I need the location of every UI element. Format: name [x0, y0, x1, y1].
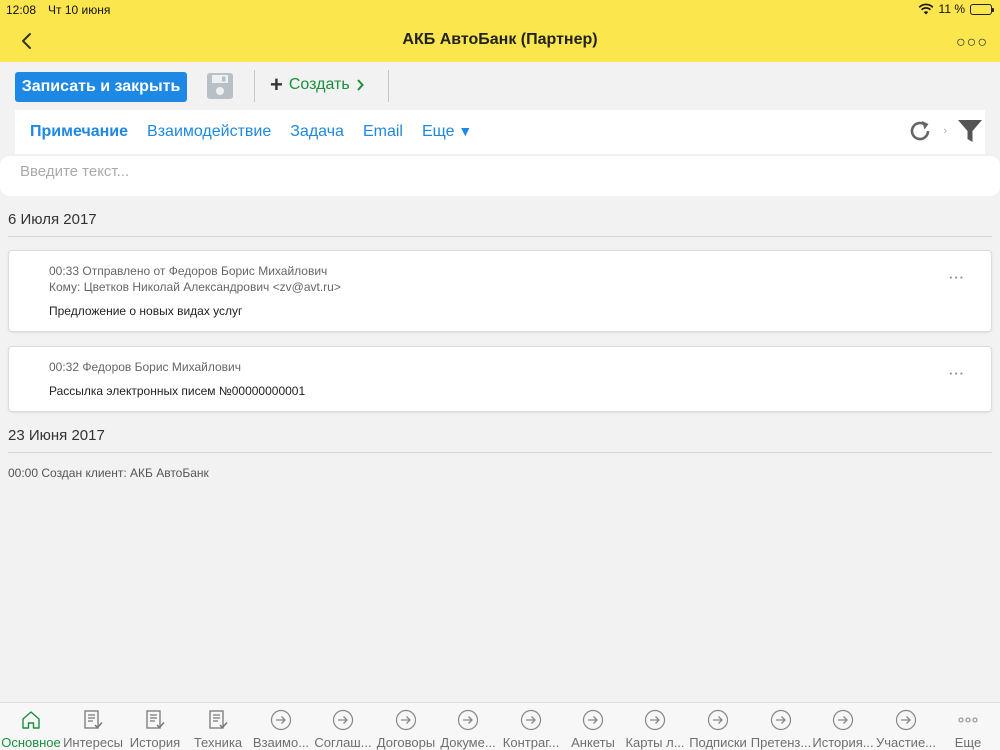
toolbar-separator — [254, 70, 255, 102]
tab-email[interactable]: Email — [363, 123, 403, 141]
bottom-tab-more[interactable]: Еще — [937, 703, 999, 750]
bottom-tab-cards[interactable]: Карты л... — [624, 703, 686, 750]
battery-icon — [970, 3, 994, 15]
bottom-tab-label: Претенз... — [750, 735, 812, 750]
tab-task[interactable]: Задача — [290, 123, 344, 141]
search-bar — [0, 156, 1000, 196]
date-header: 6 Июля 2017 — [8, 211, 97, 228]
ellipsis-icon — [958, 717, 978, 723]
status-bar: 12:08 Чт 10 июня 11 % — [0, 0, 1000, 20]
arrow-circle-icon — [520, 709, 542, 731]
refresh-icon[interactable] — [907, 118, 933, 144]
bottom-tab-label: Интересы — [63, 735, 123, 750]
arrow-circle-icon — [832, 709, 854, 731]
bottom-tab-label: Основное — [1, 735, 61, 750]
arrow-circle-icon — [644, 709, 666, 731]
bottom-tab-label: Карты л... — [625, 735, 685, 750]
bottom-tab-label: Участие... — [875, 735, 937, 750]
bottom-tab-main[interactable]: Основное — [0, 703, 62, 750]
bottom-tab-documents[interactable]: Докуме... — [437, 703, 499, 750]
arrow-circle-icon — [332, 709, 354, 731]
email-recipient-line: Кому: Цветков Николай Александрович <zv@… — [49, 280, 341, 294]
mailing-card[interactable]: 00:32 Федоров Борис Михайлович Рассылка … — [8, 346, 992, 412]
bottom-tab-subscriptions[interactable]: Подписки — [687, 703, 749, 750]
small-chevron-icon: › — [943, 125, 947, 137]
create-button[interactable]: + Создать — [270, 72, 364, 97]
email-sender-line: 00:33 Отправлено от Федоров Борис Михайл… — [49, 264, 328, 278]
bottom-tab-label: Соглаш... — [314, 735, 372, 750]
checklist-icon — [209, 710, 228, 729]
arrow-circle-icon — [270, 709, 292, 731]
arrow-circle-icon — [895, 709, 917, 731]
arrow-circle-icon — [770, 709, 792, 731]
date-divider — [8, 236, 992, 237]
arrow-circle-icon — [582, 709, 604, 731]
plus-icon: + — [270, 72, 283, 97]
status-time: 12:08 — [6, 3, 37, 17]
client-created-event: 00:00 Создан клиент: АКБ АвтоБанк — [8, 466, 209, 480]
bottom-tab-interests[interactable]: Интересы — [62, 703, 124, 750]
bottom-tab-history-2[interactable]: История... — [812, 703, 874, 750]
battery-percent: 11 % — [938, 2, 965, 16]
bottom-tab-contracts[interactable]: Договоры — [375, 703, 437, 750]
tab-note[interactable]: Примечание — [30, 123, 128, 141]
bottom-tab-counterparties[interactable]: Контраг... — [500, 703, 562, 750]
bottom-tab-label: Договоры — [376, 735, 436, 750]
date-header: 23 Июня 2017 — [8, 427, 105, 444]
tab-more[interactable]: Еще — [422, 123, 472, 141]
top-bar: 12:08 Чт 10 июня 11 % АКБ АвтоБанк (Парт… — [0, 0, 1000, 62]
bottom-tab-history[interactable]: История — [124, 703, 186, 750]
floppy-disk-icon[interactable] — [206, 72, 234, 100]
bottom-tab-interactions[interactable]: Взаимо... — [250, 703, 312, 750]
email-subject: Предложение о новых видах услуг — [49, 304, 243, 318]
bottom-tab-label: Докуме... — [440, 735, 496, 750]
toolbar-separator — [388, 70, 389, 102]
bottom-tab-label: Подписки — [689, 735, 747, 750]
bottom-tab-participation[interactable]: Участие... — [875, 703, 937, 750]
bottom-tab-label: Взаимо... — [252, 735, 310, 750]
tab-bar: Примечание Взаимодействие Задача Email Е… — [15, 110, 985, 154]
create-label: Создать — [288, 76, 350, 93]
bottom-tab-label: Анкеты — [571, 735, 615, 750]
bottom-tab-label: Еще — [954, 735, 982, 750]
status-date: Чт 10 июня — [48, 3, 111, 17]
status-right: 11 % — [918, 2, 994, 16]
item-menu-icon[interactable]: ··· — [949, 270, 965, 285]
bottom-tab-surveys[interactable]: Анкеты — [562, 703, 624, 750]
mailing-meta-line: 00:32 Федоров Борис Михайлович — [49, 360, 241, 374]
item-menu-icon[interactable]: ··· — [949, 366, 965, 381]
bottom-tab-equipment[interactable]: Техника — [187, 703, 249, 750]
chevron-right-icon — [356, 79, 364, 91]
arrow-circle-icon — [395, 709, 417, 731]
bottom-tab-agreements[interactable]: Соглаш... — [312, 703, 374, 750]
mailing-subject: Рассылка электронных писем №00000000001 — [49, 384, 306, 398]
save-and-close-button[interactable]: Записать и закрыть — [15, 72, 187, 102]
bottom-tab-label: Техника — [193, 735, 243, 750]
tab-tools: › — [907, 118, 983, 144]
bottom-tab-claims[interactable]: Претенз... — [750, 703, 812, 750]
checklist-icon — [84, 710, 103, 729]
filter-icon[interactable] — [957, 118, 983, 144]
email-card[interactable]: 00:33 Отправлено от Федоров Борис Михайл… — [8, 250, 992, 332]
date-divider — [8, 452, 992, 453]
bottom-tab-label: История — [129, 735, 181, 750]
search-input[interactable] — [20, 163, 920, 180]
arrow-circle-icon — [457, 709, 479, 731]
bottom-tab-label: Контраг... — [502, 735, 560, 750]
bottom-tab-label: История... — [812, 735, 874, 750]
checklist-icon — [146, 710, 165, 729]
toolbar: Записать и закрыть + Создать — [0, 62, 1000, 110]
page-title: АКБ АвтоБанк (Партнер) — [402, 31, 598, 48]
bottom-tab-bar: Основное Интересы История Техника Взаимо… — [0, 702, 1000, 750]
home-icon — [22, 711, 40, 729]
wifi-icon — [918, 3, 933, 15]
tab-interaction[interactable]: Взаимодействие — [147, 123, 271, 141]
more-menu-icon[interactable]: ○○○ — [956, 34, 988, 52]
arrow-circle-icon — [707, 709, 729, 731]
